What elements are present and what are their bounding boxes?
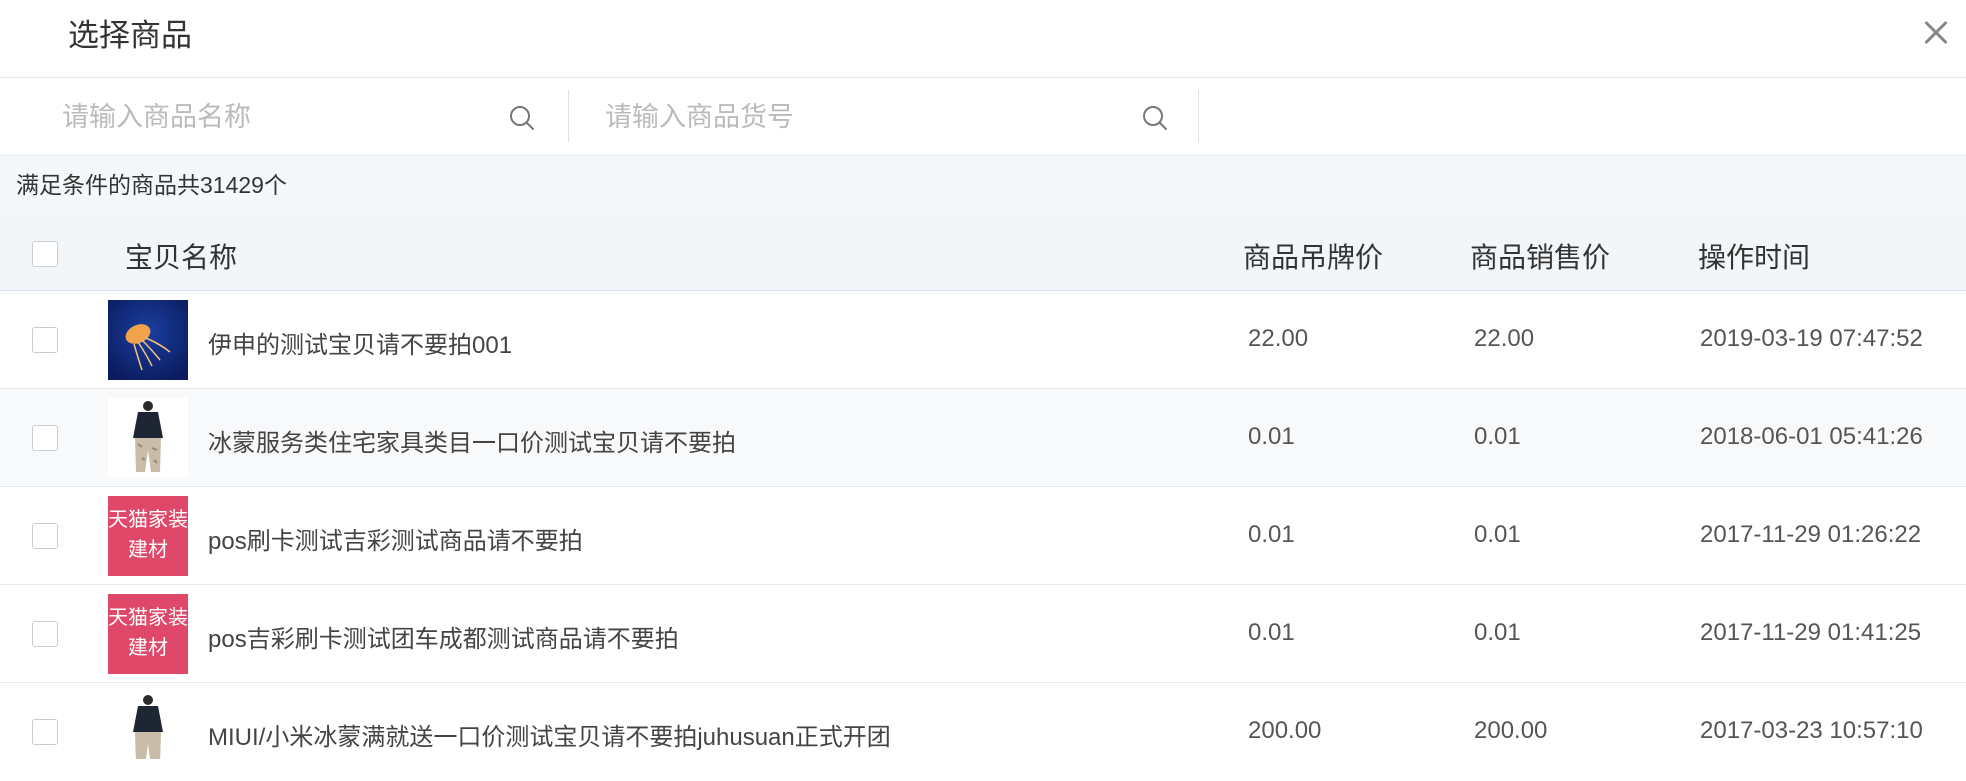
operation-time: 2017-03-23 10:57:10 bbox=[1700, 717, 1923, 744]
sale-price: 200.00 bbox=[1474, 717, 1548, 744]
product-thumbnail: 天猫家装 建材 bbox=[108, 496, 188, 576]
operation-time: 2018-06-01 05:41:26 bbox=[1700, 423, 1923, 450]
column-header-time[interactable]: 操作时间 bbox=[1698, 236, 1810, 276]
row-checkbox[interactable] bbox=[32, 327, 58, 353]
product-thumbnail bbox=[108, 398, 188, 478]
table-row[interactable]: 天猫家装 建材 pos吉彩刷卡测试团车成都测试商品请不要拍 0.01 0.01 … bbox=[0, 585, 1966, 683]
model-photo-icon bbox=[108, 398, 188, 478]
tag-price: 0.01 bbox=[1248, 521, 1295, 548]
close-icon[interactable] bbox=[1918, 14, 1954, 50]
table-row[interactable]: MIUI/小米冰蒙满就送一口价测试宝贝请不要拍juhusuan正式开团 200.… bbox=[0, 683, 1966, 781]
search-divider bbox=[568, 90, 569, 142]
product-thumbnail bbox=[108, 692, 188, 759]
badge-line: 建材 bbox=[128, 637, 168, 659]
search-bar bbox=[0, 78, 1966, 156]
select-all-checkbox[interactable] bbox=[32, 241, 58, 267]
operation-time: 2019-03-19 07:47:52 bbox=[1700, 325, 1923, 352]
product-name: MIUI/小米冰蒙满就送一口价测试宝贝请不要拍juhusuan正式开团 bbox=[208, 724, 891, 751]
sale-price: 0.01 bbox=[1474, 423, 1521, 450]
sale-price: 0.01 bbox=[1474, 521, 1521, 548]
search-icon[interactable] bbox=[1141, 104, 1169, 132]
result-summary: 满足条件的商品共31429个 bbox=[0, 156, 1966, 216]
column-header-tag-price[interactable]: 商品吊牌价 bbox=[1243, 236, 1383, 276]
tag-price: 0.01 bbox=[1248, 619, 1295, 646]
operation-time: 2017-11-29 01:26:22 bbox=[1700, 521, 1922, 548]
table-row[interactable]: 伊申的测试宝贝请不要拍001 22.00 22.00 2019-03-19 07… bbox=[0, 291, 1966, 389]
column-header-sale-price[interactable]: 商品销售价 bbox=[1470, 236, 1610, 276]
product-sku-input[interactable] bbox=[603, 92, 1117, 142]
tmall-badge-icon: 天猫家装 建材 bbox=[108, 594, 188, 674]
product-name-search bbox=[60, 78, 540, 156]
dialog-header: 选择商品 bbox=[0, 0, 1966, 78]
row-checkbox[interactable] bbox=[32, 621, 58, 647]
product-thumbnail bbox=[108, 300, 188, 380]
product-name: 伊申的测试宝贝请不要拍001 bbox=[208, 332, 513, 359]
row-checkbox[interactable] bbox=[32, 425, 58, 451]
table-row[interactable]: 天猫家装 建材 pos刷卡测试吉彩测试商品请不要拍 0.01 0.01 2017… bbox=[0, 487, 1966, 585]
sale-price: 22.00 bbox=[1474, 325, 1535, 352]
tmall-badge-icon: 天猫家装 建材 bbox=[108, 496, 188, 576]
badge-line: 天猫家装 bbox=[108, 607, 188, 629]
dialog-title: 选择商品 bbox=[68, 18, 192, 53]
tag-price: 22.00 bbox=[1248, 325, 1309, 352]
search-divider bbox=[1198, 90, 1199, 142]
sale-price: 0.01 bbox=[1474, 619, 1521, 646]
row-checkbox[interactable] bbox=[32, 719, 58, 745]
badge-line: 建材 bbox=[128, 539, 168, 561]
product-name: 冰蒙服务类住宅家具类目一口价测试宝贝请不要拍 bbox=[208, 430, 736, 457]
column-header-name: 宝贝名称 bbox=[125, 242, 238, 273]
tag-price: 200.00 bbox=[1248, 717, 1322, 744]
jellyfish-photo-icon bbox=[108, 300, 188, 380]
product-sku-search bbox=[603, 78, 1173, 156]
tag-price: 0.01 bbox=[1248, 423, 1295, 450]
operation-time: 2017-11-29 01:41:25 bbox=[1700, 619, 1922, 646]
table-row[interactable]: 冰蒙服务类住宅家具类目一口价测试宝贝请不要拍 0.01 0.01 2018-06… bbox=[0, 389, 1966, 487]
badge-line: 天猫家装 bbox=[108, 509, 188, 531]
search-icon[interactable] bbox=[508, 104, 536, 132]
row-checkbox[interactable] bbox=[32, 523, 58, 549]
product-name: pos吉彩刷卡测试团车成都测试商品请不要拍 bbox=[208, 626, 679, 653]
model-photo-icon bbox=[108, 692, 188, 759]
product-thumbnail: 天猫家装 建材 bbox=[108, 594, 188, 674]
table-header: 宝贝名称 商品吊牌价 商品销售价 操作时间 bbox=[0, 216, 1966, 291]
product-name-input[interactable] bbox=[60, 92, 484, 142]
product-name: pos刷卡测试吉彩测试商品请不要拍 bbox=[208, 528, 583, 555]
